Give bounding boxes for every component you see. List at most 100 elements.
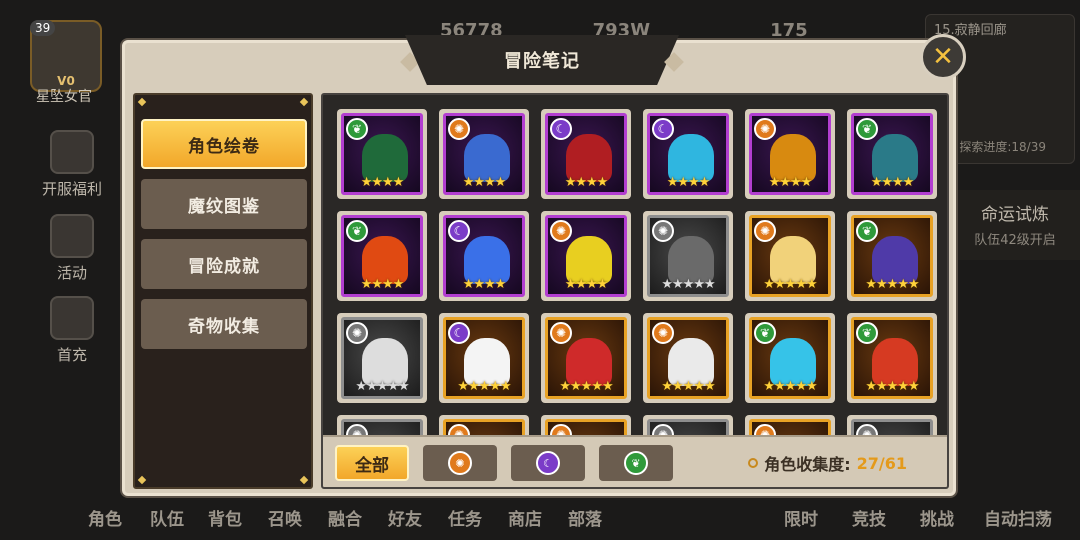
character-card[interactable]: ❦ ★★★★ (337, 211, 427, 301)
dialog-title: 冒险笔记 (504, 51, 580, 72)
filter-all-button[interactable]: 全部 (335, 445, 409, 481)
menu-character-gallery[interactable]: 角色绘卷 (141, 119, 307, 169)
star-rating: ★★★★ (462, 277, 507, 292)
nav-tribe[interactable]: 部落 (568, 505, 602, 530)
purple-element-icon: ☾ (550, 118, 572, 140)
stage-progress: 探索进度:18/39 (959, 140, 1046, 154)
character-card[interactable]: ☾ ★★★★★ (439, 313, 529, 403)
character-grid: ❦ ★★★★ ✺ ★★★★ ☾ ★★★★ ☾ ★★★★ ✺ ★★★★ ❦ ★★★★ ❦ ★★★★ ☾ ★★★★… (337, 109, 937, 487)
nav-summon[interactable]: 召唤 (268, 505, 302, 530)
calendar-icon (50, 214, 94, 258)
leaf-element-icon: ❦ (624, 451, 648, 475)
moon-element-icon: ☾ (536, 451, 560, 475)
character-portrait: ✺ ★★★★★ (647, 317, 729, 399)
nav-auto-sweep[interactable]: 自动扫荡 (984, 505, 1052, 530)
player-avatar[interactable]: 39 V0 (30, 20, 102, 92)
close-icon[interactable]: ✕ (920, 34, 966, 80)
filter-bar: 全部 ✺ ☾ ❦ 角色收集度: 27/61 (323, 435, 947, 487)
character-card[interactable]: ☾ ★★★★ (643, 109, 733, 199)
collection-value: 27/61 (856, 453, 907, 473)
character-card[interactable]: ✺ ★★★★★ (337, 313, 427, 403)
character-card[interactable]: ☾ ★★★★ (439, 211, 529, 301)
character-card[interactable]: ✺ ★★★★★ (643, 313, 733, 403)
present-icon (50, 296, 94, 340)
sun-element-icon: ✺ (448, 451, 472, 475)
green-element-icon: ❦ (754, 322, 776, 344)
character-card[interactable]: ❦ ★★★★ (847, 109, 937, 199)
gray-element-icon: ✺ (346, 322, 368, 344)
character-card[interactable]: ❦ ★★★★★ (847, 313, 937, 403)
character-card[interactable]: ❦ ★★★★★ (745, 313, 835, 403)
purple-element-icon: ☾ (448, 322, 470, 344)
character-card[interactable]: ✺ ★★★★ (745, 109, 835, 199)
nav-tasks[interactable]: 任务 (448, 505, 482, 530)
character-card[interactable]: ❦ ★★★★ (337, 109, 427, 199)
nav-fusion[interactable]: 融合 (328, 505, 362, 530)
star-rating: ★★★★★ (457, 379, 511, 394)
nav-friends[interactable]: 好友 (388, 505, 422, 530)
star-rating: ★★★★★ (763, 379, 817, 394)
side-button-events[interactable]: 活动 (30, 214, 114, 283)
nav-limited[interactable]: 限时 (784, 505, 818, 530)
green-element-icon: ❦ (856, 118, 878, 140)
star-rating: ★★★★ (870, 175, 915, 190)
star-rating: ★★★★ (564, 175, 609, 190)
filter-green-button[interactable]: ❦ (599, 445, 673, 481)
side-button-label: 开服福利 (41, 180, 102, 198)
collection-progress: 角色收集度: 27/61 (748, 451, 907, 475)
orange-element-icon: ✺ (448, 118, 470, 140)
category-menu: 角色绘卷 魔纹图鉴 冒险成就 奇物收集 (133, 93, 313, 489)
character-portrait: ✺ ★★★★ (749, 113, 831, 195)
character-card[interactable]: ☾ ★★★★ (541, 109, 631, 199)
nav-bag[interactable]: 背包 (208, 505, 242, 530)
collection-label: 角色收集度: (764, 455, 851, 474)
nav-shop[interactable]: 商店 (508, 505, 542, 530)
star-rating: ★★★★★ (661, 379, 715, 394)
adventure-notes-dialog: 冒险笔记 角色绘卷 魔纹图鉴 冒险成就 奇物收集 ❦ ★★★★ ✺ ★★★★ ☾ ★★★★… (122, 35, 956, 496)
side-button-first-charge[interactable]: 首充 (30, 296, 114, 365)
character-portrait: ✺ ★★★★ (545, 215, 627, 297)
star-rating: ★★★★ (564, 277, 609, 292)
nav-challenge[interactable]: 挑战 (920, 505, 954, 530)
character-portrait: ❦ ★★★★ (341, 215, 423, 297)
star-rating: ★★★★★ (661, 277, 715, 292)
character-card[interactable]: ✺ ★★★★ (439, 109, 529, 199)
character-card[interactable]: ✺ ★★★★★ (643, 211, 733, 301)
gift-icon (50, 130, 94, 174)
character-portrait: ✺ ★★★★★ (341, 317, 423, 399)
nav-role[interactable]: 角色 (88, 505, 122, 530)
orange-element-icon: ✺ (550, 220, 572, 242)
corner-dot (299, 475, 309, 485)
side-button-welfare[interactable]: 开服福利 (30, 130, 114, 199)
star-rating: ★★★★ (768, 175, 813, 190)
nav-arena[interactable]: 竞技 (852, 505, 886, 530)
gray-element-icon: ✺ (652, 220, 674, 242)
star-rating: ★★★★ (360, 277, 405, 292)
corner-dot (137, 97, 147, 107)
character-portrait: ❦ ★★★★★ (851, 215, 933, 297)
menu-achievements[interactable]: 冒险成就 (141, 239, 307, 289)
character-card[interactable]: ✺ ★★★★★ (745, 211, 835, 301)
character-portrait: ✺ ★★★★★ (749, 215, 831, 297)
star-rating: ★★★★★ (865, 277, 919, 292)
green-element-icon: ❦ (856, 220, 878, 242)
bottom-nav: 角色 队伍 背包 召唤 融合 好友 任务 商店 部落 限时 竞技 挑战 自动扫荡 (0, 502, 1080, 532)
character-card[interactable]: ✺ ★★★★ (541, 211, 631, 301)
menu-rune-codex[interactable]: 魔纹图鉴 (141, 179, 307, 229)
character-portrait: ❦ ★★★★ (341, 113, 423, 195)
character-portrait: ✺ ★★★★ (443, 113, 525, 195)
fate-trial-button[interactable]: 命运试炼 队伍42级开启 (950, 190, 1080, 260)
character-card[interactable]: ✺ ★★★★★ (541, 313, 631, 403)
star-rating: ★★★★★ (865, 379, 919, 394)
star-rating: ★★★★ (462, 175, 507, 190)
nav-team[interactable]: 队伍 (150, 505, 184, 530)
player-name: 星坠女官 (36, 89, 92, 105)
menu-curio-collection[interactable]: 奇物收集 (141, 299, 307, 349)
character-card[interactable]: ❦ ★★★★★ (847, 211, 937, 301)
purple-element-icon: ☾ (448, 220, 470, 242)
filter-purple-button[interactable]: ☾ (511, 445, 585, 481)
filter-orange-button[interactable]: ✺ (423, 445, 497, 481)
close-glyph: ✕ (932, 42, 954, 72)
character-portrait: ☾ ★★★★ (647, 113, 729, 195)
orange-element-icon: ✺ (754, 118, 776, 140)
